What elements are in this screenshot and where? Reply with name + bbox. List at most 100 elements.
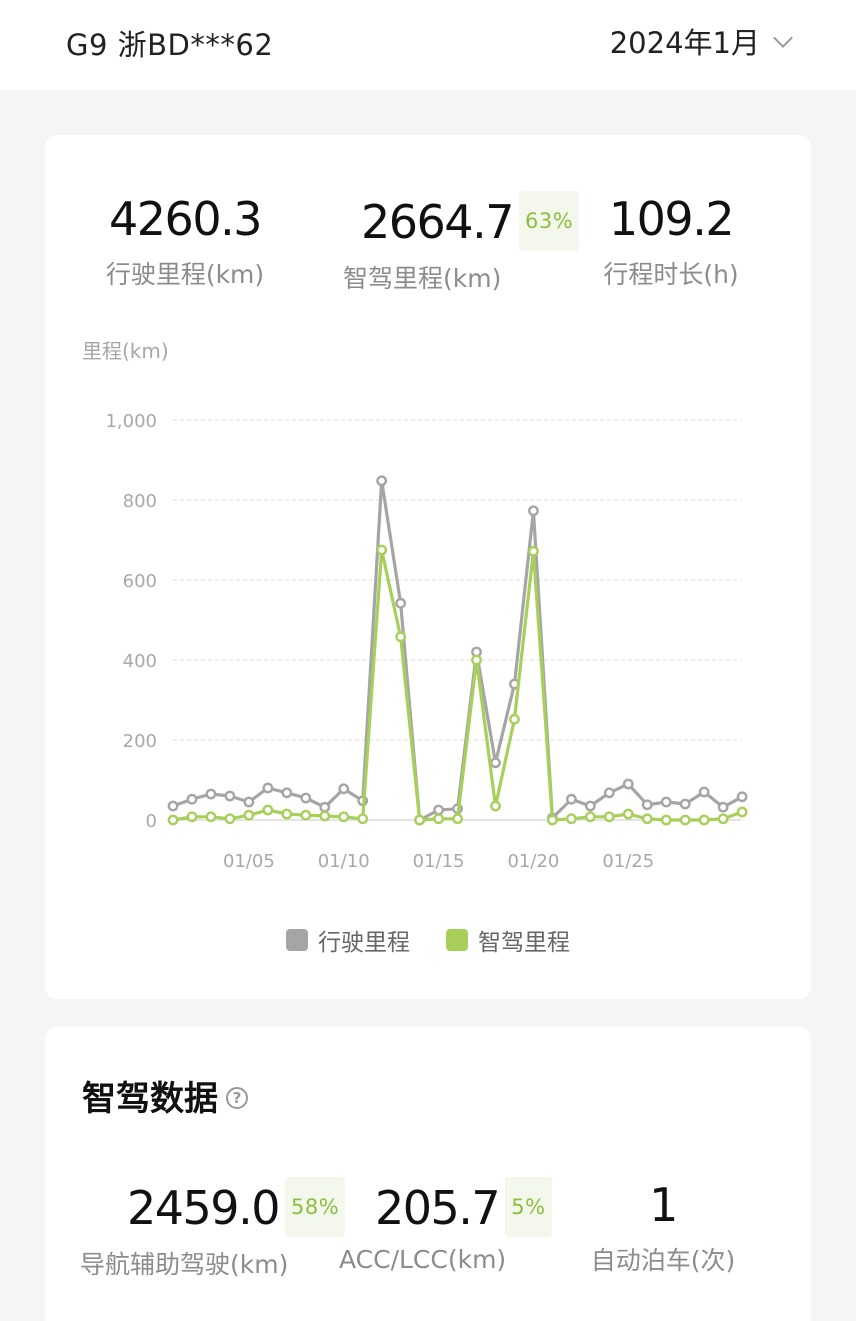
x-tick-label: 01/25 [602,851,654,872]
series-line-total [172,479,743,822]
smart-pct-badge: 63% [518,191,580,251]
point-smart [660,814,672,826]
nav-pct-badge: 58% [284,1177,346,1237]
point-smart [319,810,331,822]
point-total [717,801,729,813]
nav-distance-value: 2459.0 [127,1181,280,1235]
duration-value: 109.2 [608,192,735,246]
y-tick-label: 800 [123,491,157,512]
smart-section-title-text: 智驾数据 [82,1079,218,1119]
total-distance-value: 4260.3 [109,192,262,246]
smart-distance-stat: 2664.7 63% 智驾里程(km) [317,191,580,295]
point-smart [243,809,255,821]
point-total [528,505,539,517]
mileage-card: 4260.3 行驶里程(km) 2664.7 63% 智驾里程(km) 109.2… [45,135,811,999]
point-smart [603,811,615,823]
nav-distance-label: 导航辅助驾驶(km) [80,1250,289,1279]
point-smart [698,814,710,826]
point-total [186,793,198,805]
point-total [300,792,312,804]
point-total [376,475,388,487]
point-total [698,786,710,798]
parking-value: 1 [649,1178,678,1232]
acc-pct-badge: 5% [505,1177,552,1237]
smart-distance-value: 2664.7 [361,195,514,249]
point-smart [584,811,596,823]
chart-legend: 行驶里程 智驾里程 [45,923,811,957]
acc-distance-stat: 205.7 5% ACC/LCC(km) [339,1177,559,1274]
y-tick-label: 600 [123,571,157,592]
point-smart [357,813,369,825]
point-smart [528,545,539,557]
smart-driving-card: 智驾数据 ? 2459.0 58% 导航辅助驾驶(km) 205.7 5% ACC/… [45,1027,811,1321]
y-tick-label: 0 [146,811,157,832]
point-smart [376,544,388,556]
point-total [281,787,293,799]
acc-distance-value: 205.7 [375,1181,501,1235]
point-smart [471,654,482,666]
chevron-down-icon [773,28,793,48]
point-smart [224,813,236,825]
point-smart [300,809,312,821]
point-smart [679,814,691,826]
point-smart [395,631,407,643]
point-total [338,783,350,795]
month-selector[interactable]: 2024年1月 [609,20,793,62]
point-total [603,787,615,799]
legend-item-total[interactable]: 行驶里程 [286,923,410,957]
duration-stat: 109.2 行程时长(h) [581,191,761,291]
parking-stat: 1 自动泊车(次) [575,1177,751,1277]
legend-swatch-total [286,929,308,951]
point-total [433,804,444,816]
vehicle-name[interactable]: G9 浙BD***62 [66,22,273,64]
point-total [319,801,331,813]
legend-label-smart: 智驾里程 [478,930,570,956]
mileage-line-chart: 0 200 400 600 800 1,000 01/05 01/10 01/15 01/20 01… [45,325,811,885]
point-total [167,800,179,812]
smart-section-title: 智驾数据 ? [82,1071,248,1120]
point-smart [641,813,653,825]
month-label: 2024年1月 [609,26,760,60]
series-line-smart [172,548,743,822]
point-total [584,800,596,812]
y-tick-label: 400 [123,651,157,672]
point-smart [622,808,634,820]
legend-item-smart[interactable]: 智驾里程 [446,923,570,957]
point-smart [546,814,558,826]
point-smart [262,804,274,816]
point-smart [205,811,217,823]
y-tick-label: 200 [123,731,157,752]
point-total [660,796,672,808]
point-smart [414,814,426,826]
question-icon[interactable]: ? [226,1086,248,1109]
legend-label-total: 行驶里程 [318,930,410,956]
point-smart [509,713,520,725]
top-bar: G9 浙BD***62 2024年1月 [0,0,856,90]
x-tick-label: 01/05 [223,851,275,872]
legend-swatch-smart [446,929,468,951]
acc-distance-label: ACC/LCC(km) [339,1245,507,1274]
chart-svg: 0 200 400 600 800 1,000 01/05 01/10 01/15 01/20 01… [105,411,748,872]
point-smart [490,800,501,812]
nav-distance-stat: 2459.0 58% 导航辅助驾驶(km) [71,1177,346,1281]
point-smart [565,813,577,825]
point-total [262,782,274,794]
point-total [565,793,577,805]
point-total [395,597,407,609]
parking-label: 自动泊车(次) [590,1246,736,1275]
point-total [736,791,748,803]
duration-label: 行程时长(h) [603,260,739,289]
point-total [622,778,634,790]
point-smart [186,811,198,823]
smart-distance-label: 智驾里程(km) [343,264,502,293]
point-smart [167,814,179,826]
point-total [224,790,236,802]
total-distance-stat: 4260.3 行驶里程(km) [75,191,295,291]
point-total [205,788,217,800]
x-tick-label: 01/20 [507,851,559,872]
point-smart [717,813,729,825]
point-total [490,757,501,769]
point-smart [281,808,293,820]
point-smart [433,813,444,825]
point-smart [452,813,463,825]
